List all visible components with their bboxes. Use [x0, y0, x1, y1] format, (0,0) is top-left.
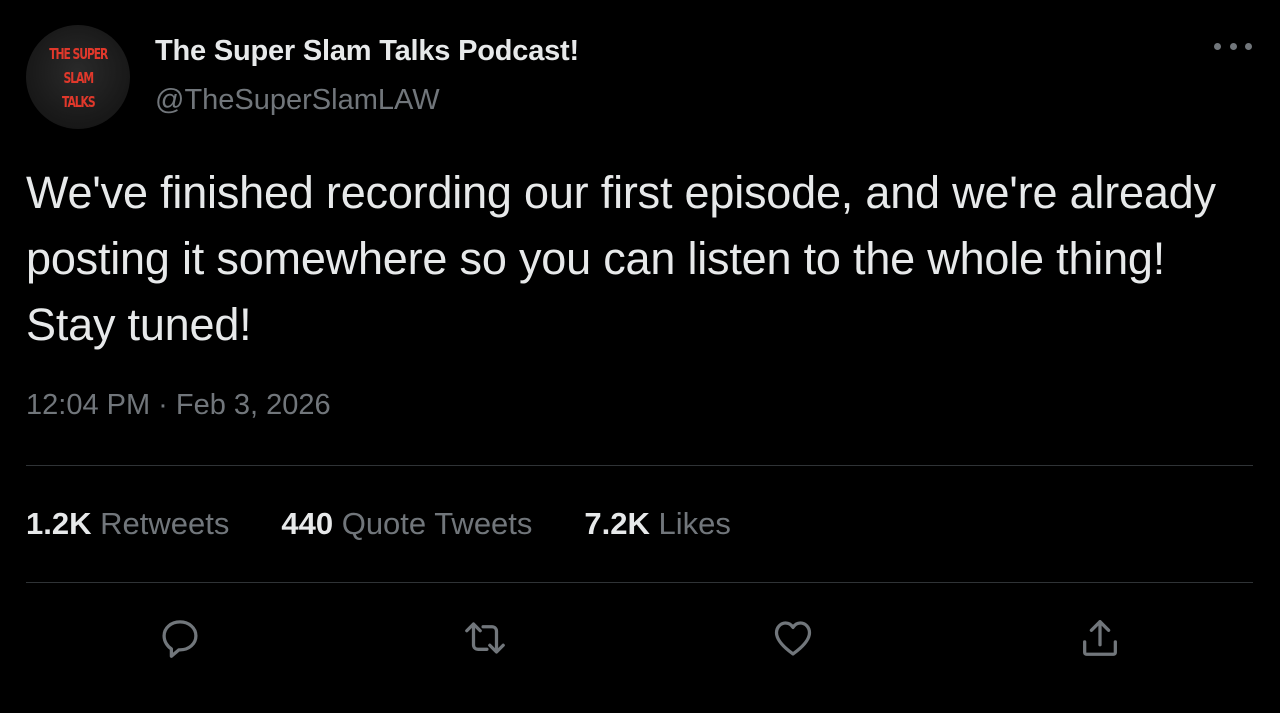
more-dot: [1245, 42, 1252, 50]
more-dot: [1229, 42, 1237, 50]
share-icon: [1083, 620, 1117, 656]
author-display-name[interactable]: The Super Slam Talks Podcast!: [155, 35, 579, 68]
likes-label: Likes: [658, 506, 731, 541]
tweet-timestamp[interactable]: 12:04 PM · Feb 3, 2026: [26, 389, 331, 422]
divider: [26, 582, 1253, 583]
heart-icon: [774, 621, 812, 656]
divider: [26, 465, 1253, 466]
retweets-stat[interactable]: 1.2K Retweets: [26, 506, 229, 542]
retweets-label: Retweets: [100, 506, 230, 541]
quote-tweets-stat[interactable]: 440 Quote Tweets: [281, 506, 532, 542]
quote-tweets-count: 440: [281, 506, 334, 541]
retweet-icon: [465, 622, 505, 654]
share-button[interactable]: [1076, 614, 1124, 662]
like-button[interactable]: [769, 614, 817, 662]
retweet-button[interactable]: [461, 614, 509, 662]
reply-button[interactable]: [156, 614, 204, 662]
reply-icon: [162, 620, 198, 658]
quote-tweets-label: Quote Tweets: [341, 506, 533, 541]
tweet-text: We've finished recording our first episo…: [26, 167, 1216, 350]
avatar[interactable]: THE SUPER SLAM TALKS: [26, 25, 130, 129]
retweets-count: 1.2K: [26, 506, 92, 541]
avatar-logo-text: THE SUPER SLAM TALKS: [49, 45, 108, 111]
more-dot: [1214, 42, 1221, 50]
likes-stat[interactable]: 7.2K Likes: [584, 506, 730, 542]
author-handle[interactable]: @TheSuperSlamLAW: [155, 84, 440, 117]
likes-count: 7.2K: [584, 506, 650, 541]
more-options-icon[interactable]: [1213, 36, 1253, 56]
tweet-stats: 1.2K Retweets 440 Quote Tweets 7.2K Like…: [26, 506, 731, 542]
